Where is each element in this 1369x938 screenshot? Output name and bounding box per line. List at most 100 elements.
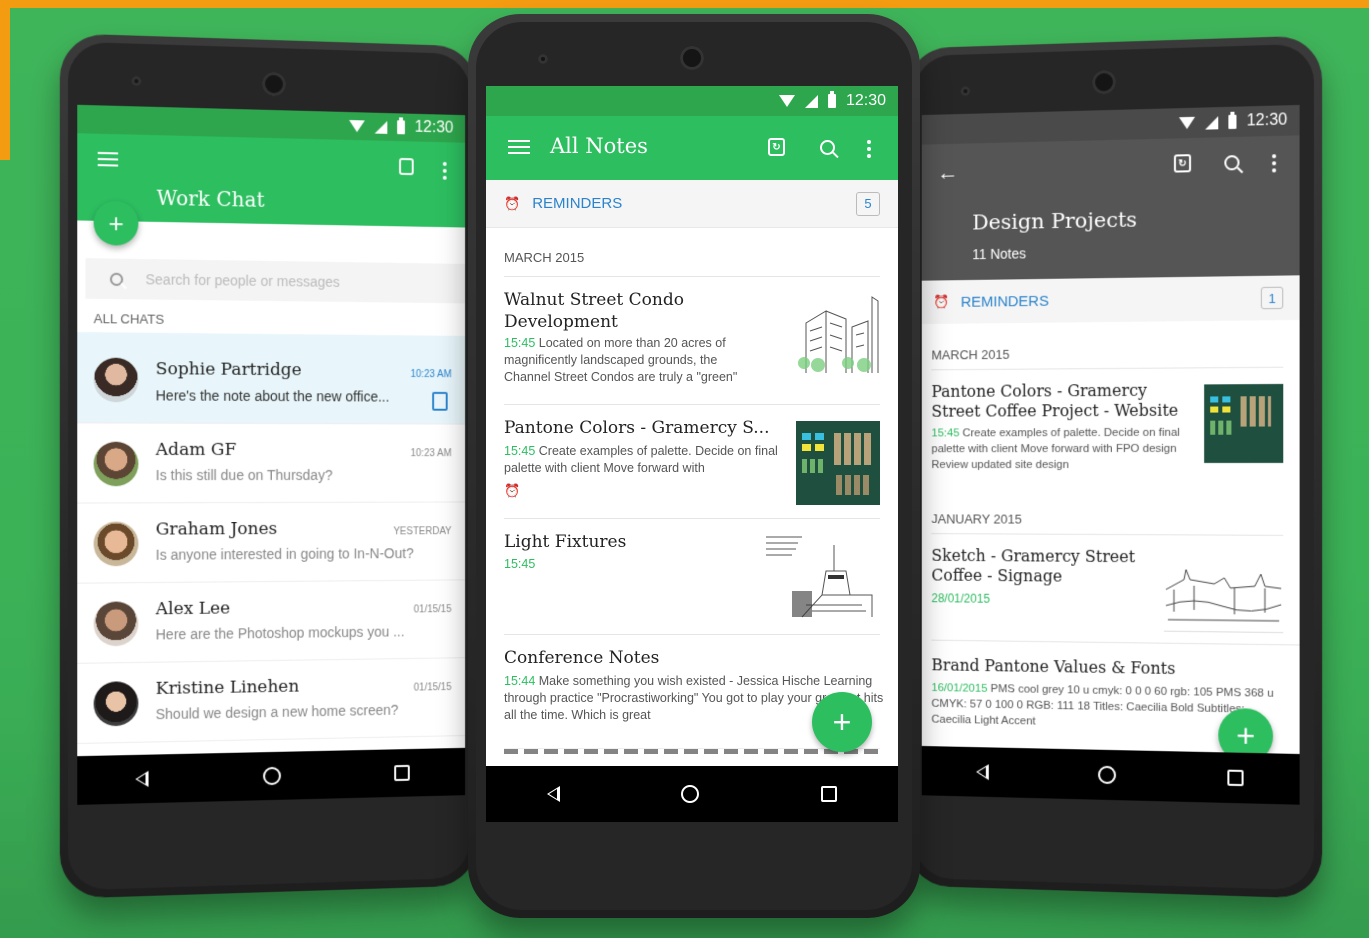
reminder-icon: ⏰ [504,483,521,498]
signal-icon [1205,115,1219,130]
avatar [93,601,139,647]
chat-row[interactable]: Adam GF Is this still due on Thursday? 1… [77,423,466,504]
status-time: 12:30 [1246,111,1288,130]
new-chat-button[interactable]: + [93,200,139,246]
chat-time: 10:23 AM [410,448,452,460]
screen: 12:30 Work Chat + Search for people or m… [77,104,466,805]
back-arrow-icon[interactable]: ← [937,160,958,186]
alarm-icon: ⏰ [504,195,521,211]
note-date: 28/01/2015 [931,591,990,606]
overflow-menu-icon[interactable] [1271,154,1277,173]
sync-icon[interactable]: ↻ [768,138,785,156]
note-title: Sketch - Gramercy Street Coffee - Signag… [931,545,1136,586]
sync-icon[interactable]: ↻ [1173,154,1192,173]
note-icon[interactable] [399,157,414,176]
note-card[interactable]: Sketch - Gramercy Street Coffee - Signag… [931,533,1284,645]
note-time: 15:45 [931,427,960,440]
app-bar: 12:30 All Notes ↻ [486,86,898,180]
note-title: Pantone Colors - Gramercy Street Coffee … [931,380,1179,421]
chat-message: Here are the Photoshop mockups you ... [155,623,405,643]
note-card[interactable]: Walnut Street Condo Development 15:45 Lo… [504,276,880,404]
earpiece-camera [680,46,704,70]
note-title: Walnut Street Condo Development [504,290,684,332]
orange-border-top [0,0,1369,8]
reminders-count: 5 [856,191,880,216]
avatar [93,357,139,403]
chat-time: 01/15/15 [413,682,452,694]
phone-work-chat: 12:30 Work Chat + Search for people or m… [59,33,478,899]
home-icon[interactable] [1097,765,1116,785]
month-header: MARCH 2015 [504,250,585,265]
phone-all-notes: 12:30 All Notes ↻ ⏰ REMINDERS 5 MARCH 20… [468,14,920,918]
back-icon[interactable] [546,786,560,802]
chat-row[interactable]: Alex Lee Here are the Photoshop mockups … [77,580,466,664]
overflow-menu-icon[interactable] [866,140,872,158]
menu-icon[interactable] [508,140,530,154]
search-bar[interactable]: Search for people or messages [85,258,466,304]
search-icon [109,272,124,286]
overflow-menu-icon[interactable] [442,161,448,180]
chat-row[interactable]: Graham Jones Is anyone interested in goi… [77,502,466,584]
next-note-peek [504,748,880,754]
palette-thumbnail [796,421,880,505]
status-time: 12:30 [414,118,454,137]
wifi-icon [778,95,795,107]
alarm-icon: ⏰ [933,294,950,310]
back-icon[interactable] [975,763,989,781]
new-note-button[interactable]: + [812,692,872,752]
recent-apps-icon[interactable] [1226,769,1244,787]
note-snippet: 15:45 Create examples of palette. Decide… [504,443,786,477]
sensor [131,75,142,87]
reminders-row[interactable]: ⏰ REMINDERS 1 [921,275,1300,325]
recent-apps-icon[interactable] [394,764,410,782]
home-icon[interactable] [681,785,700,803]
avatar [93,441,139,487]
chat-time: 10:23 AM [410,369,452,381]
search-icon[interactable] [1224,155,1240,171]
chat-name: Kristine Linehen [155,676,300,700]
chat-message: Is anyone interested in going to In-N-Ou… [155,545,414,563]
search-icon[interactable] [820,140,835,155]
phone-design-projects: 12:30 ← ↻ Design Projects 11 Notes ⏰ REM… [906,35,1323,899]
orange-border-left [0,0,10,160]
battery-icon [397,120,405,135]
note-body: Create examples of palette. Decide on fi… [504,444,778,475]
chat-row[interactable]: Sophie Partridge Here's the note about t… [77,332,466,425]
note-time: 16/01/2015 [931,682,988,695]
note-card[interactable]: Light Fixtures 15:45 [504,518,880,634]
home-icon[interactable] [263,766,282,786]
signal-icon [374,120,388,134]
recent-apps-icon[interactable] [821,786,838,802]
battery-icon [827,91,836,108]
note-body: Create examples of palette. Decide on fi… [931,426,1180,471]
note-body: Located on more than 20 acres of magnifi… [504,336,738,384]
system-nav-bar [486,766,898,822]
reminders-label: REMINDERS [960,292,1049,311]
menu-icon[interactable] [97,151,119,167]
note-time: 15:45 [504,444,536,458]
note-snippet: 15:45 Create examples of palette. Decide… [931,425,1190,473]
reminders-row[interactable]: ⏰ REMINDERS 5 [486,180,898,228]
chat-name: Graham Jones [155,518,278,540]
signal-icon [804,94,818,108]
section-label: ALL CHATS [93,310,165,327]
note-card[interactable]: Pantone Colors - Gramercy S... 15:45 Cre… [504,404,880,518]
system-nav-bar [921,745,1300,805]
palette-thumbnail [1204,383,1284,463]
chat-row[interactable]: Kristine Linehen Should we design a new … [77,658,466,745]
chat-name: Alex Lee [155,598,231,620]
screen: 12:30 All Notes ↻ ⏰ REMINDERS 5 MARCH 20… [486,86,898,822]
page-title: All Notes [550,134,648,158]
note-title: Light Fixtures [504,532,627,552]
attachment-note-icon [432,391,448,411]
status-bar: 12:30 [486,86,898,116]
chat-name: Sophie Partridge [155,359,302,381]
notebook-title: Design Projects [972,207,1138,235]
battery-icon [1228,114,1237,130]
sketch-thumbnail [1163,549,1284,634]
note-card[interactable]: Pantone Colors - Gramercy Street Coffee … [931,366,1284,499]
chat-name: Adam GF [155,439,237,460]
back-icon[interactable] [135,770,149,788]
avatar [93,681,139,727]
notebook-note-count: 11 Notes [972,245,1027,263]
